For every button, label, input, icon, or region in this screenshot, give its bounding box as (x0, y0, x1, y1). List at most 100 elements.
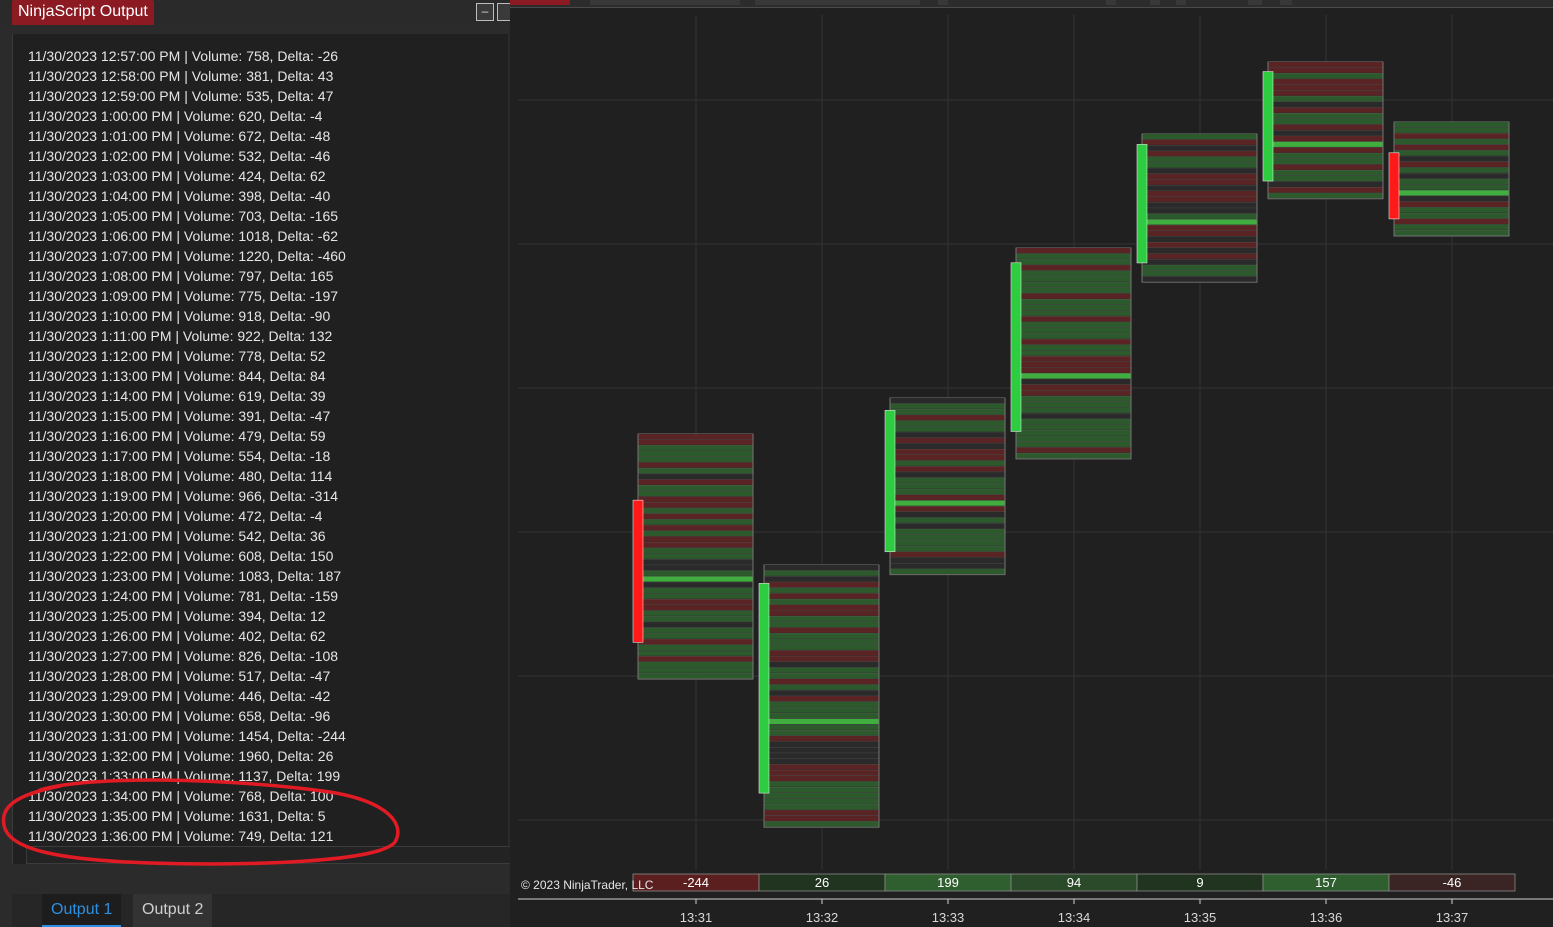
footprint-cell (1394, 156, 1509, 162)
footprint-cell (890, 540, 1005, 546)
footprint-cell (764, 593, 879, 599)
footprint-cell (764, 741, 879, 747)
footprint-cell (1016, 373, 1131, 379)
footprint-bar-13:35[interactable] (1136, 133, 1258, 283)
footprint-cell (1142, 191, 1257, 197)
footprint-bar-13:32[interactable] (758, 564, 880, 828)
footprint-cell (764, 627, 879, 633)
footprint-cell (764, 775, 879, 781)
footprint-cell (1142, 236, 1257, 242)
footprint-cell (764, 661, 879, 667)
footprint-cell (890, 455, 1005, 461)
footprint-cell (764, 604, 879, 610)
footprint-bar-13:37[interactable] (1388, 121, 1510, 237)
delta-value: -244 (683, 875, 709, 890)
footprint-cell (1016, 282, 1131, 288)
footprint-cell (764, 656, 879, 662)
output-line: 11/30/2023 12:59:00 PM | Volume: 535, De… (28, 88, 334, 104)
footprint-cell (1016, 419, 1131, 425)
output-line: 11/30/2023 1:05:00 PM | Volume: 703, Del… (28, 208, 339, 224)
footprint-cell (764, 718, 879, 724)
output-input-line[interactable] (26, 846, 510, 864)
footprint-cell (638, 593, 753, 599)
output-line: 11/30/2023 12:57:00 PM | Volume: 758, De… (28, 48, 339, 64)
footprint-cell (1268, 119, 1383, 125)
footprint-cell (638, 610, 753, 616)
footprint-chart[interactable]: -244 26 199 94 9 157 -46 13:31 13:32 13:33 13:34 1… (510, 0, 1553, 927)
footprint-cell (890, 466, 1005, 472)
footprint-cell (638, 627, 753, 633)
footprint-cell (764, 804, 879, 810)
footprint-cell (890, 551, 1005, 557)
output-text-area[interactable]: 11/30/2023 12:57:00 PM | Volume: 758, De… (12, 34, 508, 864)
footprint-cell (1142, 134, 1257, 140)
output-line: 11/30/2023 1:25:00 PM | Volume: 394, Del… (28, 608, 326, 624)
footprint-bar-13:36[interactable] (1262, 61, 1384, 200)
tab-output-2[interactable]: Output 2 (133, 894, 213, 927)
candle-body (758, 583, 770, 794)
footprint-cell (638, 616, 753, 622)
footprint-cell (1142, 173, 1257, 179)
footprint-cell (890, 449, 1005, 455)
footprint-cell (764, 565, 879, 571)
footprint-cell (764, 793, 879, 799)
footprint-cell (890, 529, 1005, 535)
output-line: 11/30/2023 1:03:00 PM | Volume: 424, Del… (28, 168, 326, 184)
footprint-cell (1016, 293, 1131, 299)
footprint-cell (1142, 276, 1257, 282)
footprint-cell (1016, 322, 1131, 328)
footprint-cell (890, 512, 1005, 518)
footprint-cell (638, 662, 753, 668)
footprint-cell (1394, 127, 1509, 133)
output-line: 11/30/2023 1:15:00 PM | Volume: 391, Del… (28, 408, 331, 424)
footprint-cell (1016, 390, 1131, 396)
maximize-button[interactable] (497, 3, 511, 21)
footprint-cell (1142, 139, 1257, 145)
footprint-cell (764, 701, 879, 707)
footprint-cell (1016, 436, 1131, 442)
delta-value: 157 (1315, 875, 1337, 890)
footprint-cell (764, 810, 879, 816)
time-label: 13:36 (1310, 910, 1343, 925)
footprint-cell (1016, 350, 1131, 356)
footprint-bar-13:34[interactable] (1010, 247, 1132, 460)
output-line: 11/30/2023 1:13:00 PM | Volume: 844, Del… (28, 368, 326, 384)
footprint-cell (638, 570, 753, 576)
footprint-bar-13:33[interactable] (884, 397, 1006, 576)
footprint-cell (1268, 141, 1383, 147)
footprint-cell (1016, 413, 1131, 419)
chart-window[interactable]: -244 26 199 94 9 157 -46 13:31 13:32 13:33 13:34 1… (510, 0, 1553, 927)
footprint-cell (638, 605, 753, 611)
output-line: 11/30/2023 1:17:00 PM | Volume: 554, Del… (28, 448, 331, 464)
tab-output-1[interactable]: Output 1 (42, 894, 122, 927)
footprint-cell (1142, 230, 1257, 236)
footprint-cell (1394, 122, 1509, 128)
footprint-cell (890, 563, 1005, 569)
delta-value: -46 (1443, 875, 1462, 890)
footprint-cell (764, 747, 879, 753)
footprint-cell (1016, 430, 1131, 436)
footprint-bar-13:31[interactable] (632, 433, 754, 680)
output-line: 11/30/2023 1:12:00 PM | Volume: 778, Del… (28, 348, 326, 364)
footprint-cell (1394, 179, 1509, 185)
footprint-cell (1394, 167, 1509, 173)
footprint-cell (764, 610, 879, 616)
footprint-cell (1142, 242, 1257, 248)
footprint-cell (890, 500, 1005, 506)
footprint-cell (1268, 130, 1383, 136)
footprint-cell (1016, 310, 1131, 316)
footprint-cell (1016, 344, 1131, 350)
output-line: 11/30/2023 1:27:00 PM | Volume: 826, Del… (28, 648, 339, 664)
footprint-cell (638, 439, 753, 445)
footprint-cell (638, 530, 753, 536)
footprint-cell (1268, 84, 1383, 90)
footprint-cell (1016, 327, 1131, 333)
output-title-bar[interactable]: NinjaScript Output – (0, 0, 511, 26)
footprint-cell (1394, 201, 1509, 207)
footprint-cell (638, 548, 753, 554)
footprint-cell (890, 432, 1005, 438)
footprint-cell (1268, 79, 1383, 85)
footprint-cell (1268, 73, 1383, 79)
minimize-button[interactable]: – (476, 3, 494, 21)
output-line: 11/30/2023 1:11:00 PM | Volume: 922, Del… (28, 328, 333, 344)
